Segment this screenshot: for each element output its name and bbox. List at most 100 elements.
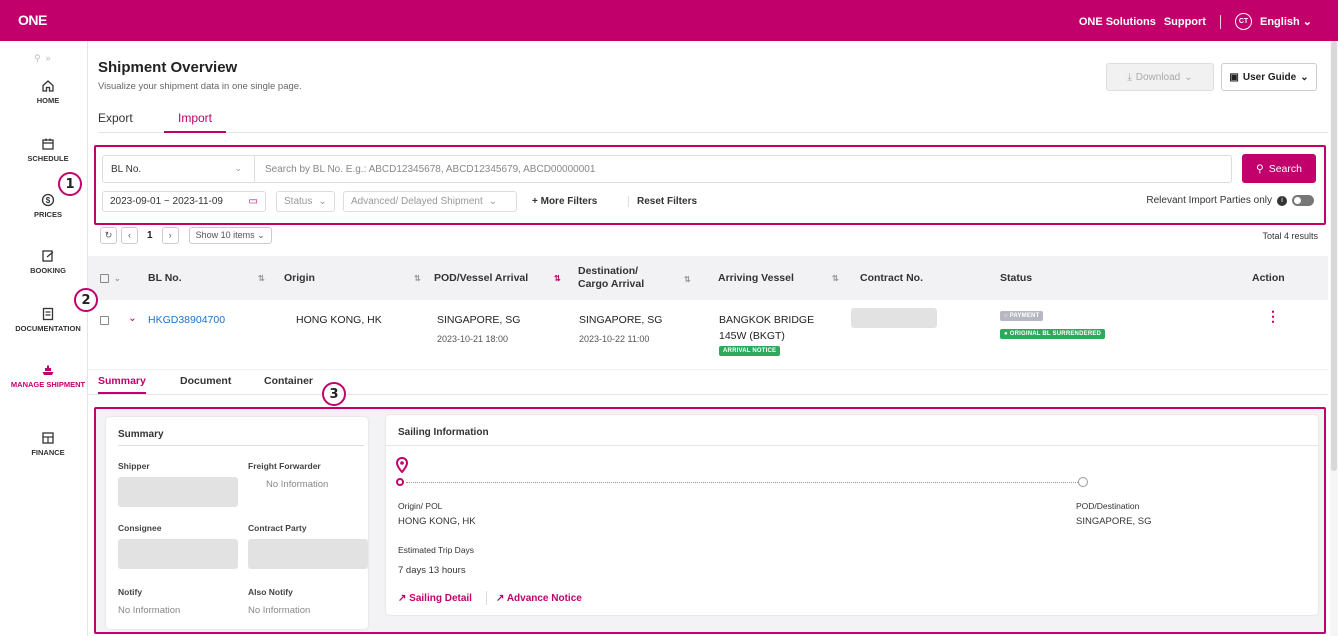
sort-icon[interactable]: ⇅ <box>554 274 561 283</box>
relevant-parties-toggle[interactable] <box>1292 195 1314 206</box>
external-link-icon: ↗ <box>496 593 505 604</box>
table-row[interactable]: ⌄ HKGD38904700 HONG KONG, HK SINGAPORE, … <box>88 300 1328 370</box>
chevron-down-icon[interactable]: ⌄ <box>114 274 121 283</box>
page-number: 1 <box>147 229 153 241</box>
search-input[interactable]: Search by BL No. E.g.: ABCD12345678, ABC… <box>254 155 1232 183</box>
bl-type-value: BL No. <box>111 164 142 175</box>
one-solutions-link[interactable]: ONE Solutions <box>1079 16 1156 28</box>
route-line <box>406 482 1078 483</box>
avatar[interactable]: CT <box>1234 13 1252 30</box>
header-bl[interactable]: BL No. ⇅ <box>148 256 265 300</box>
info-icon[interactable]: i <box>1277 195 1287 206</box>
page-scrollbar[interactable] <box>1330 41 1338 636</box>
sidebar-item-label: SCHEDULE <box>27 154 69 163</box>
row-checkbox[interactable] <box>100 316 109 325</box>
header-origin[interactable]: Origin ⇅ <box>284 256 421 300</box>
sort-icon[interactable]: ⇅ <box>684 273 691 286</box>
summary-title: Summary <box>118 429 164 440</box>
more-filters-button[interactable]: + More Filters <box>532 196 597 207</box>
also-notify-value: No Information <box>248 605 311 616</box>
vessel-cell: BANGKOK BRIDGE <box>719 314 815 326</box>
header-contract[interactable]: Contract No. <box>860 256 923 300</box>
sidebar-item-label: PRICES <box>34 210 62 219</box>
header-pod[interactable]: POD/Vessel Arrival ⇅ <box>434 256 561 300</box>
header-bl-label: BL No. <box>148 272 182 284</box>
origin-cell: HONG KONG, HK <box>296 314 382 326</box>
sort-icon[interactable]: ⇅ <box>258 274 265 283</box>
origin-label: Origin/ POL <box>398 501 443 511</box>
sidebar-item-label: FINANCE <box>31 448 65 457</box>
date-range-picker[interactable]: 2023-09-01 ~ 2023-11-09 ▭ <box>102 191 266 212</box>
payment-badge[interactable]: ○ PAYMENT <box>1000 311 1044 321</box>
relevant-parties-toggle-group: Relevant Import Parties only i <box>1146 195 1314 206</box>
reset-filters-button[interactable]: Reset Filters <box>628 196 697 207</box>
search-button[interactable]: ⚲ Search <box>1242 154 1316 183</box>
page-size-select[interactable]: Show 10 items ⌄ <box>188 226 272 244</box>
location-pin-icon <box>396 457 408 473</box>
refresh-button[interactable]: ↻ <box>100 226 117 244</box>
arrival-notice-badge[interactable]: ARRIVAL NOTICE <box>719 346 781 356</box>
sidebar: ⚲ » HOME SCHEDULE $ PRICES BOOKING DOCUM… <box>8 41 88 636</box>
more-options-icon[interactable]: ⋮ <box>1266 308 1280 325</box>
sidebar-item-booking[interactable]: BOOKING <box>8 249 88 275</box>
sort-icon[interactable]: ⇅ <box>832 274 839 283</box>
book-icon: ▣ <box>1229 71 1239 83</box>
header-destination[interactable]: Destination/ Cargo Arrival ⇅ <box>578 256 691 300</box>
calendar-icon <box>42 138 54 150</box>
header-destination-label-2: Cargo Arrival <box>578 278 645 290</box>
advance-notice-link[interactable]: ↗ Advance Notice <box>496 593 582 604</box>
advanced-shipment-select[interactable]: Advanced/ Delayed Shipment ⌄ <box>343 191 517 212</box>
download-icon: ⤓ <box>1127 71 1132 83</box>
next-page-button[interactable]: › <box>161 226 179 244</box>
tab-container[interactable]: Container <box>264 375 313 392</box>
chevron-right-icon: › <box>168 230 172 240</box>
divider <box>1219 14 1221 29</box>
sidebar-item-prices[interactable]: $ PRICES <box>8 193 88 219</box>
download-button[interactable]: ⤓ Download ⌄ <box>1106 63 1214 91</box>
contract-redacted <box>851 308 937 328</box>
user-guide-button[interactable]: ▣ User Guide ⌄ <box>1221 63 1317 91</box>
sailing-detail-label: Sailing Detail <box>409 593 472 604</box>
table-header: ⌄ BL No. ⇅ Origin ⇅ POD/Vessel Arrival ⇅ De… <box>88 256 1328 300</box>
checkbox[interactable] <box>100 273 109 283</box>
divider <box>386 445 1318 446</box>
header-action-label: Action <box>1252 272 1285 284</box>
notify-label: Notify <box>118 587 143 597</box>
sidebar-item-manage-shipment[interactable]: MANAGE SHIPMENT <box>8 363 88 389</box>
sidebar-item-home[interactable]: HOME <box>8 79 88 105</box>
sidebar-item-finance[interactable]: FINANCE <box>8 431 88 457</box>
divider <box>486 591 487 605</box>
one-logo[interactable]: ONE <box>18 12 47 28</box>
bl-type-select[interactable]: BL No. ⌄ <box>102 155 254 183</box>
sailing-detail-link[interactable]: ↗ Sailing Detail <box>398 593 472 604</box>
chevron-down-icon: ⌄ <box>1302 16 1312 28</box>
status-select[interactable]: Status ⌄ <box>276 191 335 212</box>
header-status[interactable]: Status <box>1000 256 1032 300</box>
tab-document[interactable]: Document <box>180 375 231 392</box>
header-vessel[interactable]: Arriving Vessel ⇅ <box>718 256 839 300</box>
origin-value: HONG KONG, HK <box>398 516 476 527</box>
select-all-checkbox[interactable]: ⌄ <box>100 256 121 300</box>
sort-icon[interactable]: ⇅ <box>414 274 421 283</box>
sidebar-item-schedule[interactable]: SCHEDULE <box>8 137 88 163</box>
tab-import[interactable]: Import <box>164 111 226 133</box>
finance-icon <box>42 432 54 444</box>
tab-summary[interactable]: Summary <box>98 375 146 394</box>
scrollbar-thumb[interactable] <box>1331 41 1337 471</box>
support-link[interactable]: Support <box>1164 16 1206 28</box>
detail-tab-bar: Summary Document Container <box>88 375 1328 395</box>
sidebar-search-icon[interactable]: ⚲ » <box>34 53 51 64</box>
tab-export[interactable]: Export <box>98 111 133 131</box>
voyage-cell: 145W (BKGT) <box>719 330 785 342</box>
page-title: Shipment Overview <box>98 59 238 76</box>
language-select[interactable]: English ⌄ <box>1260 15 1312 28</box>
summary-card: Summary Shipper Freight Forwarder No Inf… <box>106 417 368 629</box>
expand-chevron-icon[interactable]: ⌄ <box>128 312 137 324</box>
sidebar-item-documentation[interactable]: DOCUMENTATION <box>8 307 88 333</box>
trip-days-label: Estimated Trip Days <box>398 545 475 555</box>
bl-number-link[interactable]: HKGD38904700 <box>148 314 225 326</box>
contract-party-redacted <box>248 539 368 569</box>
chevron-down-icon: ⌄ <box>1184 71 1193 83</box>
bl-surrendered-badge[interactable]: ● ORIGINAL BL SURRENDERED <box>1000 329 1106 339</box>
prev-page-button[interactable]: ‹ <box>121 226 138 244</box>
